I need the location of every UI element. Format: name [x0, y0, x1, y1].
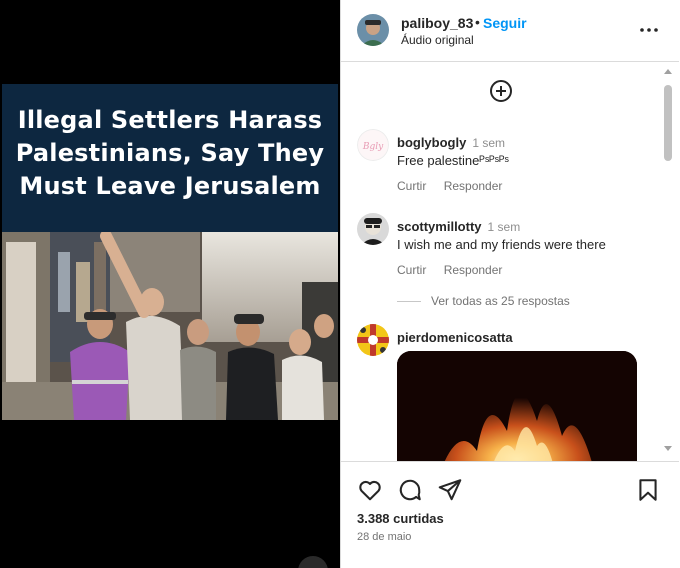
share-icon[interactable]	[437, 477, 463, 503]
comment-actions: Curtir Responder	[397, 179, 516, 193]
reply-button[interactable]: Responder	[444, 263, 503, 277]
commenter-avatar[interactable]	[357, 324, 389, 356]
comment-actions: Curtir Responder	[397, 263, 516, 277]
post-panel: paliboy_83 • Seguir Áudio original Bgly	[340, 0, 680, 568]
commenter-avatar[interactable]: Bgly	[357, 129, 389, 161]
author-username[interactable]: paliboy_83	[401, 15, 473, 31]
video-frame	[2, 232, 338, 420]
heart-icon[interactable]	[357, 477, 383, 503]
video-title-line: Illegal Settlers Harass	[17, 106, 323, 134]
comment-time: 1 sem	[487, 220, 521, 234]
comment-username[interactable]: boglybogly 1 sem	[397, 135, 505, 150]
video-title: Illegal Settlers Harass Palestinians, Sa…	[2, 104, 338, 203]
follow-button[interactable]: Seguir	[483, 15, 527, 31]
plus-circle-icon[interactable]	[489, 79, 513, 103]
more-icon[interactable]	[637, 18, 661, 42]
comment-image[interactable]	[397, 351, 637, 461]
comment-username[interactable]: pierdomenicosatta	[397, 330, 513, 345]
scroll-up-icon[interactable]	[664, 69, 672, 74]
like-comment-button[interactable]: Curtir	[397, 179, 426, 193]
comment-time: 1 sem	[472, 136, 506, 150]
comment-username-text[interactable]: scottymillotty	[397, 219, 482, 234]
header-separator: •	[475, 14, 480, 30]
post-date: 28 de maio	[357, 531, 412, 543]
video-title-line: Must Leave Jerusalem	[19, 172, 321, 200]
author-avatar[interactable]	[357, 14, 389, 46]
video-title-band: Illegal Settlers Harass Palestinians, Sa…	[2, 84, 338, 232]
video-player[interactable]: Illegal Settlers Harass Palestinians, Sa…	[0, 0, 340, 568]
replies-divider	[397, 301, 421, 303]
comment-text: Free palestineᴾˢᴾˢᴾˢ	[397, 153, 509, 168]
scroll-thumb[interactable]	[664, 85, 672, 161]
video-title-line: Palestinians, Say They	[15, 139, 325, 167]
svg-text:Bgly: Bgly	[362, 142, 384, 152]
like-comment-button[interactable]: Curtir	[397, 263, 426, 277]
commenter-avatar[interactable]	[357, 213, 389, 245]
view-replies-label[interactable]: Ver todas as 25 respostas	[431, 294, 570, 308]
comment-icon[interactable]	[397, 477, 423, 503]
likes-count[interactable]: 3.388 curtidas	[357, 511, 444, 526]
comment-username-text[interactable]: boglybogly	[397, 135, 466, 150]
post-header: paliboy_83 • Seguir Áudio original	[341, 0, 679, 62]
comments-list[interactable]: Bgly boglybogly 1 sem Free palestineᴾˢᴾˢᴾ…	[341, 63, 679, 462]
bookmark-icon[interactable]	[635, 477, 661, 503]
post-actions: 3.388 curtidas 28 de maio	[341, 463, 679, 568]
audio-label[interactable]: Áudio original	[401, 33, 474, 47]
comments-scrollbar[interactable]	[661, 63, 675, 462]
view-replies-button[interactable]: Ver todas as 25 respostas	[397, 294, 570, 308]
comment-text: I wish me and my friends were there	[397, 237, 606, 252]
comment-username-text[interactable]: pierdomenicosatta	[397, 330, 513, 345]
video-control-dot[interactable]	[298, 556, 328, 568]
comment-username[interactable]: scottymillotty 1 sem	[397, 219, 520, 234]
scroll-down-icon[interactable]	[664, 446, 672, 451]
reply-button[interactable]: Responder	[444, 179, 503, 193]
